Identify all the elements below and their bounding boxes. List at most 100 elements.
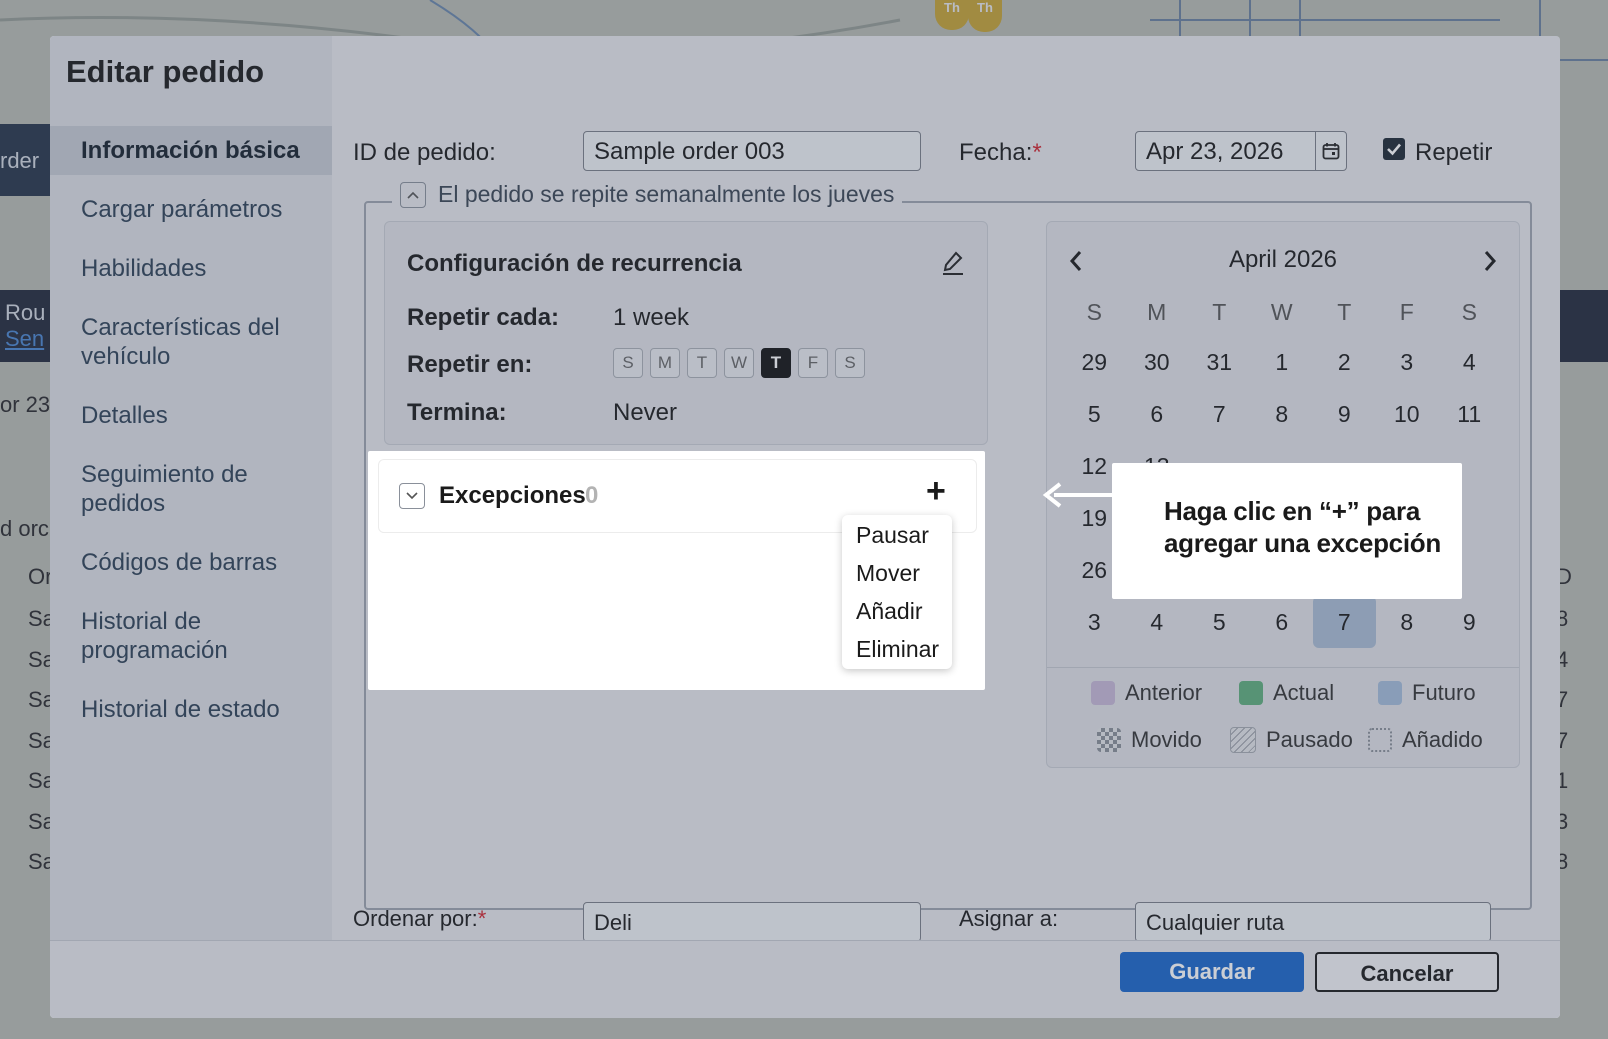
calendar-day[interactable]: 1 — [1251, 336, 1314, 388]
sidebar-item[interactable]: Información básica — [50, 126, 332, 175]
calendar-day[interactable]: 9 — [1313, 388, 1376, 440]
legend-label: Anterior — [1125, 680, 1203, 705]
required-mark: * — [1032, 139, 1042, 166]
sidebar-item[interactable]: Características del vehículo — [50, 313, 332, 371]
calendar-day[interactable]: 10 — [1376, 388, 1439, 440]
edit-recurrence-button[interactable] — [941, 250, 965, 281]
recurrence-title: Configuración de recurrencia — [407, 250, 742, 277]
legend-item: Añadido — [1368, 727, 1483, 753]
weekday-chip[interactable]: T — [761, 348, 791, 378]
menu-item[interactable]: Eliminar — [842, 630, 952, 668]
calendar-week: 3456789 — [1063, 596, 1501, 648]
callout-text: Haga clic en “+” para agregar una excepc… — [1164, 496, 1441, 558]
legend-label: Actual — [1273, 680, 1335, 705]
legend-swatch — [1368, 728, 1392, 752]
sidebar-item[interactable]: Seguimiento de pedidos — [50, 460, 332, 518]
weekday-header: W — [1270, 299, 1293, 325]
menu-item[interactable]: Mover — [842, 554, 952, 592]
tutorial-callout: Haga clic en “+” para agregar una excepc… — [1112, 463, 1462, 599]
date-label-text: Fecha: — [959, 139, 1033, 166]
chevron-down-icon — [406, 492, 418, 500]
sidebar-item[interactable]: Historial de programación — [50, 607, 332, 665]
legend-item: Movido — [1097, 727, 1202, 753]
weekday-chip[interactable]: T — [687, 348, 717, 378]
calendar-week: 29 30 31 1 2 3 4 — [1063, 336, 1501, 388]
repeat-on-label: Repetir en: — [407, 351, 533, 378]
calendar-day[interactable]: 6 — [1126, 388, 1189, 440]
check-icon — [1387, 143, 1401, 156]
calendar-day[interactable]: 4 — [1438, 336, 1501, 388]
calendar-day[interactable]: 11 — [1438, 388, 1501, 440]
calendar-day[interactable]: 7 — [1188, 388, 1251, 440]
modal-footer: Guardar Cancelar — [50, 940, 1560, 1018]
exceptions-count: 0 — [585, 482, 599, 509]
legend-label: Pausado — [1266, 727, 1353, 752]
calendar-day[interactable]: 8 — [1376, 596, 1439, 648]
calendar-day[interactable]: 5 — [1063, 388, 1126, 440]
calendar-day[interactable]: 7 — [1313, 596, 1376, 648]
order-id-label: ID de pedido: — [353, 139, 496, 166]
menu-item[interactable]: Añadir — [842, 592, 952, 630]
exceptions-toggle[interactable] — [399, 483, 425, 509]
sidebar-item[interactable]: Detalles — [50, 401, 332, 430]
calendar-day[interactable]: 6 — [1251, 596, 1314, 648]
weekday-chip[interactable]: S — [835, 348, 865, 378]
sidebar-item[interactable]: Cargar parámetros — [50, 195, 332, 224]
calendar-day[interactable]: 5 — [1188, 596, 1251, 648]
cancel-button[interactable]: Cancelar — [1315, 952, 1499, 992]
weekday-selector: SMTWTFS — [613, 348, 872, 378]
weekday-chip[interactable]: S — [613, 348, 643, 378]
legend-label: Movido — [1131, 727, 1202, 752]
calendar-day[interactable]: 9 — [1438, 596, 1501, 648]
exceptions-spotlight: Excepciones 0 + Pausar Mover Añadir Elimina… — [368, 451, 985, 690]
repeat-every-value: 1 week — [613, 304, 690, 331]
order-id-input[interactable]: Sample order 003 — [583, 131, 921, 171]
calendar-day[interactable]: 31 — [1188, 336, 1251, 388]
sidebar-item[interactable]: Historial de estado — [50, 695, 332, 724]
repeat-checkbox[interactable] — [1383, 138, 1405, 160]
calendar-day[interactable]: 2 — [1313, 336, 1376, 388]
recurrence-summary-text: El pedido se repite semanalmente los jue… — [438, 181, 895, 207]
weekday-chip[interactable]: M — [650, 348, 680, 378]
weekday-chip[interactable]: W — [724, 348, 754, 378]
chevron-up-icon — [407, 191, 419, 199]
sidebar-item[interactable]: Habilidades — [50, 254, 332, 283]
date-value: Apr 23, 2026 — [1146, 138, 1284, 165]
calendar-day[interactable]: 30 — [1126, 336, 1189, 388]
weekday-header: M — [1147, 299, 1167, 325]
order-by-label-text: Ordenar por: — [353, 906, 478, 931]
calendar-week: 5 6 7 8 9 10 11 — [1063, 388, 1501, 440]
weekday-chip[interactable]: F — [798, 348, 828, 378]
order-by-label: Ordenar por:* — [353, 906, 486, 932]
collapse-toggle[interactable] — [400, 181, 426, 208]
legend-item: Pausado — [1230, 727, 1353, 753]
next-month-button[interactable] — [1483, 250, 1497, 277]
calendar-day[interactable]: 3 — [1063, 596, 1126, 648]
exception-menu: Pausar Mover Añadir Eliminar — [842, 515, 952, 669]
repeat-every-label: Repetir cada: — [407, 304, 560, 331]
calendar-day[interactable]: 8 — [1251, 388, 1314, 440]
legend-label: Añadido — [1402, 727, 1483, 752]
date-input[interactable]: Apr 23, 2026 — [1135, 131, 1347, 171]
weekday-header: S — [1086, 299, 1102, 325]
calendar-icon[interactable] — [1315, 132, 1346, 170]
calendar-day[interactable]: 4 — [1126, 596, 1189, 648]
recurrence-summary: El pedido se repite semanalmente los jue… — [392, 181, 903, 208]
repeat-label: Repetir — [1415, 139, 1493, 166]
modal-title: Editar pedido — [66, 54, 265, 89]
legend-item: Futuro — [1378, 680, 1476, 706]
legend-swatch — [1091, 681, 1115, 705]
calendar-day[interactable]: 29 — [1063, 336, 1126, 388]
legend-swatch — [1230, 727, 1256, 753]
modal-sidebar: Editar pedido Información básica Cargar p… — [50, 36, 332, 941]
calendar-day[interactable]: 3 — [1376, 336, 1439, 388]
assign-select[interactable]: Cualquier ruta — [1135, 902, 1491, 942]
legend-label: Futuro — [1412, 680, 1476, 705]
save-button[interactable]: Guardar — [1120, 952, 1304, 992]
menu-item[interactable]: Pausar — [842, 516, 952, 554]
add-exception-button[interactable]: + — [926, 472, 946, 511]
order-by-select[interactable]: Deli — [583, 902, 921, 942]
pencil-icon — [943, 251, 963, 275]
sidebar-nav: Información básica Cargar parámetros Habil… — [50, 126, 332, 754]
sidebar-item[interactable]: Códigos de barras — [50, 548, 332, 577]
